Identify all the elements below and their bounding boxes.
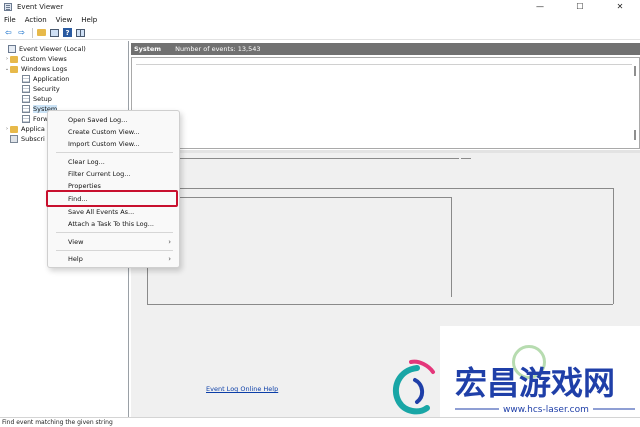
menu-item-create-custom-view[interactable]: Create Custom View... <box>48 126 179 138</box>
event-log-online-help-link[interactable]: Event Log Online Help <box>206 385 278 393</box>
help-icon[interactable]: ? <box>62 27 73 38</box>
svg-text:www.hcs-laser.com: www.hcs-laser.com <box>503 405 589 415</box>
tree-item-label: Windows Logs <box>21 65 68 73</box>
log-name: System <box>134 45 162 53</box>
event-viewer-icon <box>8 45 16 53</box>
detail-tabs-line <box>147 188 613 189</box>
show-pane-icon[interactable] <box>49 27 60 38</box>
menu-separator <box>56 250 173 251</box>
detail-frame-bottom <box>147 304 613 305</box>
menu-view[interactable]: View <box>56 16 73 24</box>
svg-text:宏昌游戏网: 宏昌游戏网 <box>455 364 615 402</box>
menu-item-import-custom-view[interactable]: Import Custom View... <box>48 138 179 150</box>
menu-item-filter-current-log[interactable]: Filter Current Log... <box>48 168 179 180</box>
find-item-highlight-box <box>46 190 178 207</box>
menu-item-open-saved-log[interactable]: Open Saved Log... <box>48 114 179 126</box>
tree-item-label: Subscri <box>21 135 45 143</box>
menu-item-view[interactable]: View › <box>48 236 179 248</box>
chevron-right-icon: › <box>168 238 171 246</box>
forward-icon[interactable]: ⇨ <box>16 27 27 38</box>
folder-icon <box>10 65 18 73</box>
menu-action[interactable]: Action <box>25 16 47 24</box>
maximize-button[interactable]: ☐ <box>560 0 600 13</box>
tree-item-label: Security <box>33 85 60 93</box>
tree-item-label: Event Viewer (Local) <box>19 45 86 53</box>
tree-item-label: Custom Views <box>21 55 67 63</box>
tree-item-label: Application <box>33 75 70 83</box>
list-scrollbar[interactable] <box>634 66 636 76</box>
list-scrollbar-lower[interactable] <box>634 130 636 140</box>
back-icon[interactable]: ⇦ <box>3 27 14 38</box>
context-menu: Open Saved Log... Create Custom View... … <box>47 110 180 268</box>
detail-divider <box>179 158 459 159</box>
tree-item-setup[interactable]: Setup <box>0 94 128 104</box>
subscriptions-icon <box>10 135 18 143</box>
menu-separator <box>56 232 173 233</box>
tree-item-security[interactable]: Security <box>0 84 128 94</box>
tree-item-label: Setup <box>33 95 52 103</box>
site-watermark-logo: 宏昌游戏网 www.hcs-laser.com <box>392 359 635 415</box>
menu-item-save-all-events-as[interactable]: Save All Events As... <box>48 206 179 218</box>
tree-item-label: Applica <box>21 125 45 133</box>
close-button[interactable]: ✕ <box>600 0 640 13</box>
menu-item-help[interactable]: Help › <box>48 253 179 265</box>
menu-item-attach-task[interactable]: Attach a Task To this Log... <box>48 218 179 230</box>
tree-item-custom-views[interactable]: › Custom Views <box>0 54 128 64</box>
window-controls: — ☐ ✕ <box>520 0 640 13</box>
menu-item-clear-log[interactable]: Clear Log... <box>48 156 179 168</box>
log-icon <box>22 75 30 83</box>
detail-frame-right <box>613 188 614 304</box>
minimize-button[interactable]: — <box>520 0 560 13</box>
status-bar: Find event matching the given string <box>0 417 640 427</box>
log-header: System Number of events: 13,543 <box>131 43 640 55</box>
log-icon <box>22 105 30 113</box>
log-icon <box>22 115 30 123</box>
tree-item-application[interactable]: Application <box>0 74 128 84</box>
window-title: Event Viewer <box>17 2 64 11</box>
event-count: Number of events: 13,543 <box>175 45 261 53</box>
menu-file[interactable]: File <box>4 16 16 24</box>
list-column-header <box>136 61 632 65</box>
folder-icon <box>10 55 18 63</box>
properties-grid-icon[interactable] <box>75 27 86 38</box>
status-text: Find event matching the given string <box>2 419 113 426</box>
toolbar: ⇦ ⇨ ? <box>0 26 640 40</box>
event-list[interactable] <box>131 57 640 149</box>
title-bar: Event Viewer — ☐ ✕ <box>0 0 640 13</box>
folder-icon <box>10 125 18 133</box>
event-viewer-app-icon <box>4 2 12 11</box>
tree-item-event-viewer-local[interactable]: Event Viewer (Local) <box>0 44 128 54</box>
detail-box-right <box>451 197 452 297</box>
folder-up-icon[interactable] <box>36 27 47 38</box>
log-icon <box>22 95 30 103</box>
toolbar-separator <box>32 27 33 38</box>
menu-help[interactable]: Help <box>81 16 97 24</box>
menu-bar: File Action View Help <box>0 14 640 25</box>
log-icon <box>22 85 30 93</box>
detail-divider <box>461 158 471 159</box>
tree-item-windows-logs[interactable]: ⌄ Windows Logs <box>0 64 128 74</box>
menu-separator <box>56 152 173 153</box>
detail-box-top <box>147 197 451 198</box>
chevron-right-icon: › <box>168 255 171 263</box>
